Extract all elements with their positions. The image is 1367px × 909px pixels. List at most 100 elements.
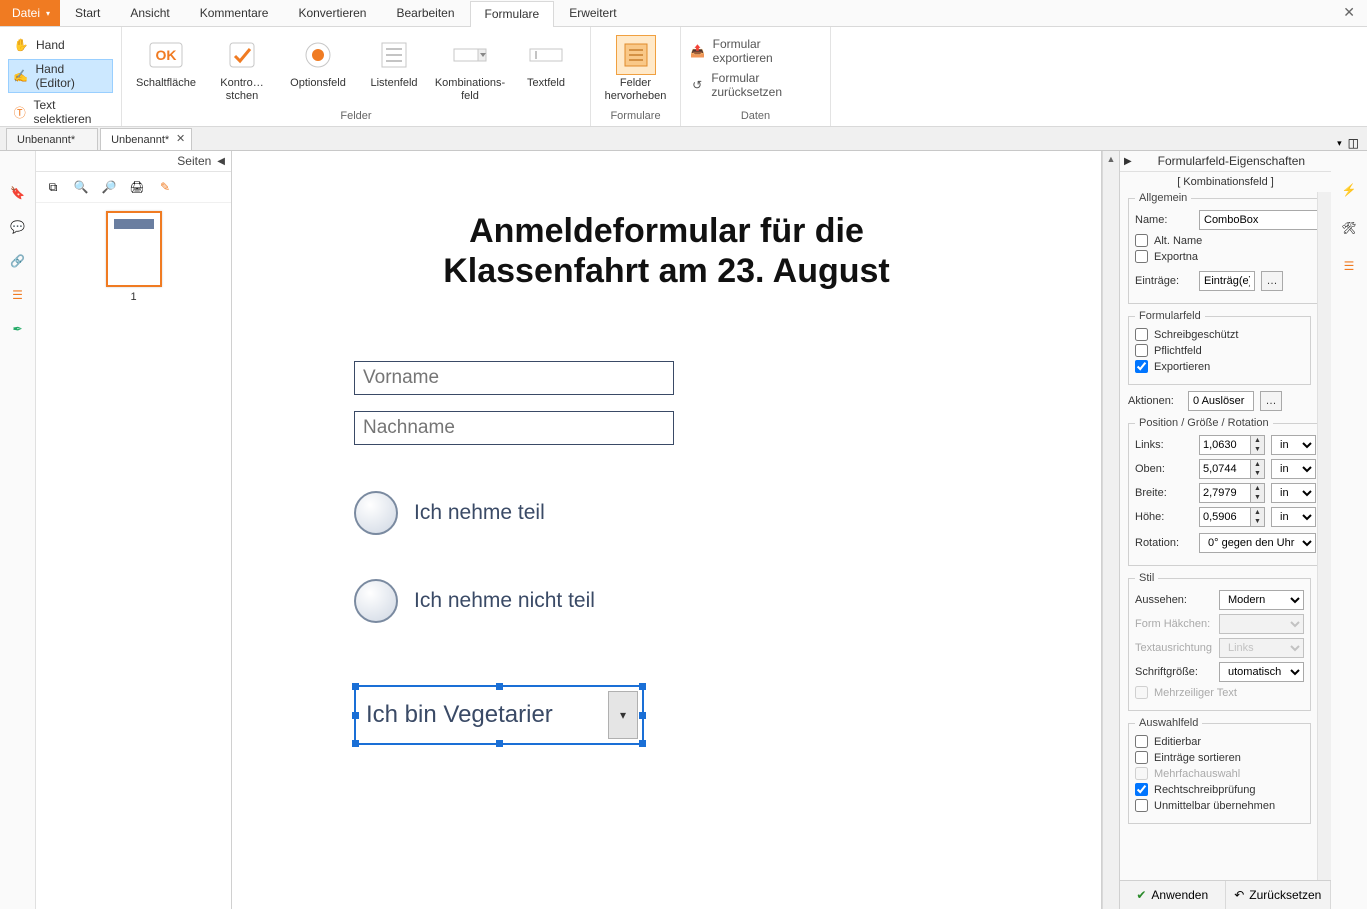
spinner[interactable]: ▲▼ [1251, 435, 1265, 455]
signature-icon[interactable]: ✒ [8, 319, 28, 339]
actions-input[interactable] [1188, 391, 1254, 411]
editable-row[interactable]: Editierbar [1135, 735, 1304, 748]
radio-not-participate[interactable]: Ich nehme nicht teil [354, 579, 854, 623]
sort-row[interactable]: Einträge sortieren [1135, 751, 1304, 764]
spell-checkbox[interactable] [1135, 783, 1148, 796]
print-icon[interactable]: 🖨 [128, 178, 146, 196]
look-select[interactable]: Modern [1219, 590, 1304, 610]
reset-form[interactable]: ↺ Formular zurücksetzen [689, 71, 822, 99]
layout-icon[interactable]: ◫ [1348, 136, 1359, 150]
altname-row[interactable]: Alt. Name [1135, 234, 1317, 247]
commit-row[interactable]: Unmittelbar übernehmen [1135, 799, 1304, 812]
close-tab-icon[interactable]: ✕ [176, 132, 185, 145]
tab-formulare[interactable]: Formulare [470, 1, 555, 27]
vorname-field[interactable] [354, 361, 674, 395]
list-view-icon[interactable]: ☰ [8, 285, 28, 305]
document-canvas[interactable]: Anmeldeformular für die Klassenfahrt am … [232, 151, 1102, 909]
tool-hand[interactable]: ✋ Hand [8, 33, 113, 57]
tool-text-select[interactable]: Ⓣ Text selektieren [8, 95, 113, 129]
spinner[interactable]: ▲▼ [1251, 483, 1265, 503]
copy-icon[interactable]: ⧉ [44, 178, 62, 196]
resize-handle[interactable] [352, 740, 359, 747]
comment-icon[interactable]: 💬 [8, 217, 28, 237]
resize-handle[interactable] [352, 683, 359, 690]
tab-konvertieren[interactable]: Konvertieren [283, 0, 381, 26]
field-text[interactable]: Textfeld [510, 33, 582, 90]
resize-handle[interactable] [639, 740, 646, 747]
reset-button[interactable]: ↶Zurücksetzen [1226, 881, 1332, 909]
resize-handle[interactable] [639, 683, 646, 690]
zoom-in-icon[interactable]: 🔍 [72, 178, 90, 196]
edit-page-icon[interactable]: ✎ [156, 178, 174, 196]
top-input[interactable] [1199, 459, 1251, 479]
attachment-icon[interactable]: 🔗 [8, 251, 28, 271]
name-input[interactable] [1199, 210, 1317, 230]
commit-checkbox[interactable] [1135, 799, 1148, 812]
altname-checkbox[interactable] [1135, 234, 1148, 247]
resize-handle[interactable] [639, 712, 646, 719]
entries-more-button[interactable]: … [1261, 271, 1283, 291]
width-unit[interactable]: in [1271, 483, 1316, 503]
expand-icon[interactable]: ▶ [1124, 156, 1132, 167]
field-radio[interactable]: Optionsfeld [282, 33, 354, 90]
required-checkbox[interactable] [1135, 344, 1148, 357]
field-checkbox[interactable]: Kontro…stchen [206, 33, 278, 103]
field-button[interactable]: OK Schaltfläche [130, 33, 202, 90]
scroll-up-icon[interactable]: ▲ [1103, 151, 1119, 167]
chevron-down-icon[interactable]: ▾ [608, 691, 638, 739]
readonly-checkbox[interactable] [1135, 328, 1148, 341]
nachname-field[interactable] [354, 411, 674, 445]
required-checkbox-row[interactable]: Pflichtfeld [1135, 344, 1304, 357]
spinner[interactable]: ▲▼ [1251, 507, 1265, 527]
exportname-row[interactable]: Exportna [1135, 250, 1317, 263]
apply-button[interactable]: ✔Anwenden [1120, 881, 1226, 909]
rotation-select[interactable]: 0° gegen den Uhr [1199, 533, 1316, 553]
exportname-checkbox[interactable] [1135, 250, 1148, 263]
window-close-icon[interactable]: ✕ [1331, 0, 1367, 26]
tab-start[interactable]: Start [60, 0, 115, 26]
highlight-fields[interactable]: Felder hervorheben [600, 33, 672, 103]
tool-hand-editor[interactable]: ✍ Hand (Editor) [8, 59, 113, 93]
entries-input[interactable] [1199, 271, 1255, 291]
editable-checkbox[interactable] [1135, 735, 1148, 748]
spell-row[interactable]: Rechtschreibprüfung [1135, 783, 1304, 796]
field-combo[interactable]: Kombinations- feld [434, 33, 506, 103]
spinner[interactable]: ▲▼ [1251, 459, 1265, 479]
export-form[interactable]: 📤 Formular exportieren [689, 37, 822, 65]
actions-more-button[interactable]: … [1260, 391, 1282, 411]
lightning-icon[interactable]: ⚡ [1338, 179, 1360, 201]
export-checkbox[interactable] [1135, 360, 1148, 373]
collapse-icon[interactable]: ◀ [217, 156, 225, 167]
export-checkbox-row[interactable]: Exportieren [1135, 360, 1304, 373]
tab-erweitert[interactable]: Erweitert [554, 0, 631, 26]
radio-participate[interactable]: Ich nehme teil [354, 491, 854, 535]
top-unit[interactable]: in [1271, 459, 1316, 479]
field-list[interactable]: Listenfeld [358, 33, 430, 90]
page-thumbnail-1[interactable] [106, 211, 162, 287]
height-input[interactable] [1199, 507, 1251, 527]
resize-handle[interactable] [352, 712, 359, 719]
properties-icon[interactable]: ☰ [1338, 255, 1360, 277]
resize-handle[interactable] [496, 740, 503, 747]
combo-field-selected[interactable]: Ich bin Vegetarier ▾ [354, 685, 644, 745]
wrench-icon[interactable]: 🛠 [1338, 217, 1360, 239]
doc-tab-0[interactable]: Unbenannt* [6, 128, 98, 150]
readonly-checkbox-row[interactable]: Schreibgeschützt [1135, 328, 1304, 341]
sort-checkbox[interactable] [1135, 751, 1148, 764]
tab-ansicht[interactable]: Ansicht [115, 0, 184, 26]
file-menu[interactable]: Datei ▾ [0, 0, 60, 26]
width-input[interactable] [1199, 483, 1251, 503]
doc-tab-1[interactable]: Unbenannt* ✕ [100, 128, 192, 150]
bookmark-icon[interactable]: 🔖 [8, 183, 28, 203]
height-unit[interactable]: in [1271, 507, 1316, 527]
vertical-scrollbar[interactable]: ▲ [1102, 151, 1119, 909]
zoom-out-icon[interactable]: 🔎 [100, 178, 118, 196]
props-scrollbar[interactable] [1317, 192, 1331, 880]
left-input[interactable] [1199, 435, 1251, 455]
tab-menu-icon[interactable]: ▾ [1337, 138, 1342, 149]
tab-kommentare[interactable]: Kommentare [185, 0, 284, 26]
fontsize-select[interactable]: utomatisch [1219, 662, 1304, 682]
tab-bearbeiten[interactable]: Bearbeiten [381, 0, 469, 26]
resize-handle[interactable] [496, 683, 503, 690]
left-unit[interactable]: in [1271, 435, 1316, 455]
